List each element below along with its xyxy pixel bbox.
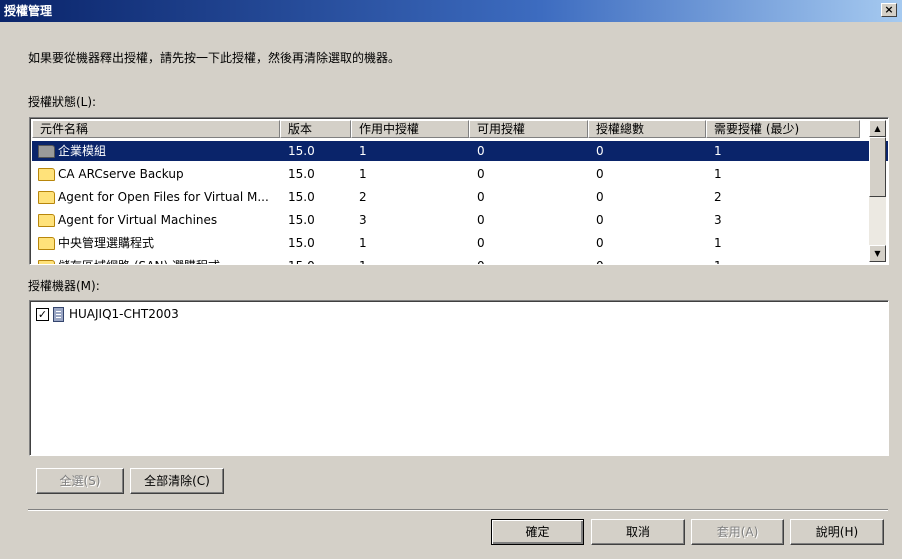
available-cell: 0 xyxy=(477,190,485,204)
required-cell: 1 xyxy=(714,167,722,181)
ok-button[interactable]: 確定 xyxy=(491,519,584,545)
scroll-thumb[interactable] xyxy=(869,137,886,197)
apply-button[interactable]: 套用(A) xyxy=(691,519,784,545)
column-header-available[interactable]: 可用授權 xyxy=(469,120,588,138)
available-cell: 0 xyxy=(477,213,485,227)
required-cell: 2 xyxy=(714,190,722,204)
available-cell: 0 xyxy=(477,256,485,264)
available-cell: 0 xyxy=(477,236,485,250)
total-cell: 0 xyxy=(596,167,604,181)
active-cell: 1 xyxy=(359,256,367,264)
arrow-down-icon: ▼ xyxy=(874,249,881,258)
table-row[interactable]: 企業模組 15.0 1 0 0 1 xyxy=(32,141,888,161)
column-header-required[interactable]: 需要授權 (最少) xyxy=(706,120,860,138)
licensed-machines-list[interactable]: ✓ HUAJIQ1-CHT2003 xyxy=(29,300,889,456)
required-cell: 1 xyxy=(714,236,722,250)
total-cell: 0 xyxy=(596,144,604,158)
divider xyxy=(28,509,888,511)
available-cell: 0 xyxy=(477,167,485,181)
component-name: 中央管理選購程式 xyxy=(58,236,155,250)
active-cell: 1 xyxy=(359,167,367,181)
instruction-text: 如果要從機器釋出授權，請先按一下此授權，然後再清除選取的機器。 xyxy=(28,51,401,65)
folder-icon xyxy=(38,168,55,181)
folder-icon xyxy=(38,191,55,204)
scroll-up-button[interactable]: ▲ xyxy=(869,120,886,137)
version-cell: 15.0 xyxy=(288,144,315,158)
close-button[interactable]: × xyxy=(881,3,897,17)
version-cell: 15.0 xyxy=(288,190,315,204)
help-button[interactable]: 說明(H) xyxy=(790,519,884,545)
version-cell: 15.0 xyxy=(288,236,315,250)
vertical-scrollbar[interactable]: ▲ ▼ xyxy=(869,120,886,262)
total-cell: 0 xyxy=(596,213,604,227)
component-name: CA ARCserve Backup xyxy=(58,167,184,181)
select-all-button[interactable]: 全選(S) xyxy=(36,468,124,494)
table-row[interactable]: 中央管理選購程式 15.0 1 0 0 1 xyxy=(32,233,888,253)
available-cell: 0 xyxy=(477,144,485,158)
close-icon: × xyxy=(884,3,894,16)
required-cell: 3 xyxy=(714,213,722,227)
active-cell: 3 xyxy=(359,213,367,227)
total-cell: 0 xyxy=(596,190,604,204)
component-name: Agent for Open Files for Virtual M... xyxy=(58,190,269,204)
active-cell: 2 xyxy=(359,190,367,204)
column-header-version[interactable]: 版本 xyxy=(280,120,351,138)
server-icon xyxy=(53,307,64,322)
title-bar: 授權管理 × xyxy=(0,0,902,22)
list-item[interactable]: ✓ HUAJIQ1-CHT2003 xyxy=(32,304,332,324)
table-row[interactable]: 儲存區域網路 (SAN) 選購程式 15.0 1 0 0 1 xyxy=(32,256,888,264)
folder-icon xyxy=(38,260,55,264)
folder-icon xyxy=(38,237,55,250)
window-title: 授權管理 xyxy=(4,4,53,18)
component-name: 企業模組 xyxy=(58,144,107,158)
scroll-down-button[interactable]: ▼ xyxy=(869,245,886,262)
cancel-button[interactable]: 取消 xyxy=(591,519,685,545)
folder-icon xyxy=(38,214,55,227)
component-name: Agent for Virtual Machines xyxy=(58,213,218,227)
table-row[interactable]: Agent for Open Files for Virtual M... 15… xyxy=(32,187,888,207)
table-row[interactable]: Agent for Virtual Machines 15.0 3 0 0 3 xyxy=(32,210,888,230)
module-icon xyxy=(38,145,55,158)
license-status-list[interactable]: 元件名稱 版本 作用中授權 可用授權 授權總數 需要授權 (最少) 企業模組 1… xyxy=(29,117,889,265)
table-row[interactable]: CA ARCserve Backup 15.0 1 0 0 1 xyxy=(32,164,888,184)
column-header-active[interactable]: 作用中授權 xyxy=(351,120,469,138)
column-header-name[interactable]: 元件名稱 xyxy=(32,120,280,138)
arrow-up-icon: ▲ xyxy=(874,124,881,133)
licensed-machines-label: 授權機器(M): xyxy=(28,279,100,293)
component-name: 儲存區域網路 (SAN) 選購程式 xyxy=(58,256,278,264)
version-cell: 15.0 xyxy=(288,256,315,264)
total-cell: 0 xyxy=(596,236,604,250)
required-cell: 1 xyxy=(714,144,722,158)
license-status-label: 授權狀態(L): xyxy=(28,95,97,109)
machine-checkbox[interactable]: ✓ xyxy=(36,308,49,321)
active-cell: 1 xyxy=(359,144,367,158)
total-cell: 0 xyxy=(596,256,604,264)
version-cell: 15.0 xyxy=(288,213,315,227)
required-cell: 1 xyxy=(714,256,722,264)
clear-all-button[interactable]: 全部清除(C) xyxy=(130,468,224,494)
column-header-total[interactable]: 授權總數 xyxy=(588,120,706,138)
active-cell: 1 xyxy=(359,236,367,250)
version-cell: 15.0 xyxy=(288,167,315,181)
machine-name: HUAJIQ1-CHT2003 xyxy=(69,307,179,321)
